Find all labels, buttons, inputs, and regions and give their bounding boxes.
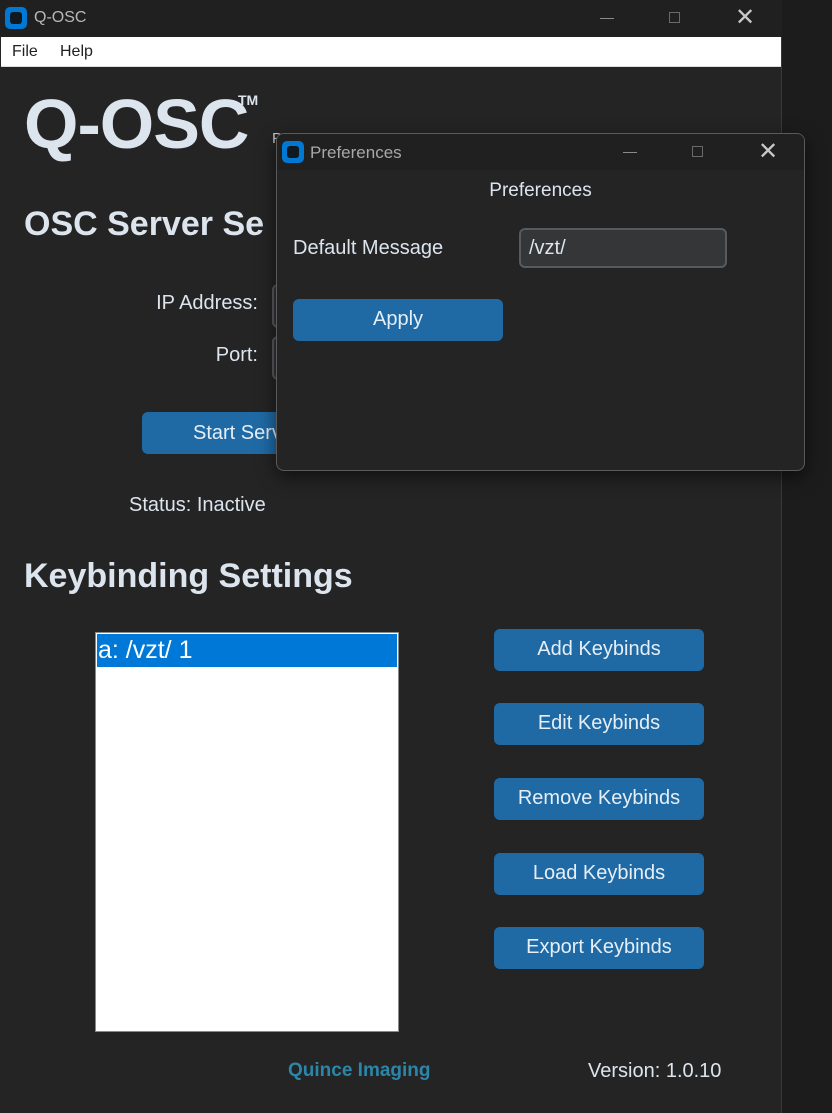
default-message-label: Default Message — [293, 237, 444, 259]
title-bar[interactable]: Q-OSC ✕ — [0, 0, 782, 37]
maximize-icon[interactable] — [652, 0, 698, 37]
start-server-button[interactable]: Start Serv — [142, 412, 278, 454]
list-item[interactable]: a: /vzt/ 1 — [97, 634, 397, 667]
app-icon — [5, 7, 27, 29]
export-keybinds-button[interactable]: Export Keybinds — [494, 927, 704, 969]
close-icon[interactable]: ✕ — [745, 134, 791, 171]
version-label: Version: 1.0.10 — [588, 1060, 722, 1082]
maximize-icon[interactable] — [675, 134, 721, 171]
server-status: Status: Inactive — [129, 494, 266, 516]
remove-keybinds-button[interactable]: Remove Keybinds — [494, 778, 704, 820]
port-label: Port: — [215, 344, 258, 366]
keybinding-heading: Keybinding Settings — [24, 557, 353, 595]
minimize-icon[interactable] — [584, 0, 630, 37]
ip-address-label: IP Address: — [156, 292, 258, 314]
menu-bar: File Help — [1, 37, 781, 67]
app-icon — [282, 141, 304, 163]
apply-button[interactable]: Apply — [293, 299, 503, 341]
add-keybinds-button[interactable]: Add Keybinds — [494, 629, 704, 671]
close-icon[interactable]: ✕ — [722, 0, 768, 37]
company-link[interactable]: Quince Imaging — [288, 1060, 431, 1082]
edit-keybinds-button[interactable]: Edit Keybinds — [494, 703, 704, 745]
window-title: Q-OSC — [34, 9, 87, 26]
osc-server-heading: OSC Server Se — [24, 205, 265, 243]
dialog-title-bar[interactable]: Preferences ✕ — [277, 134, 804, 170]
minimize-icon[interactable] — [607, 134, 653, 171]
dialog-window-title: Preferences — [310, 143, 402, 162]
menu-file[interactable]: File — [12, 43, 38, 61]
dialog-heading: Preferences — [489, 180, 592, 201]
preferences-dialog: Preferences ✕ Preferences Default Messag… — [276, 133, 805, 471]
app-title: Q-OSC — [24, 85, 249, 163]
keybind-list[interactable]: a: /vzt/ 1 — [95, 632, 399, 1032]
default-message-input[interactable] — [519, 228, 727, 268]
menu-help[interactable]: Help — [60, 43, 93, 61]
load-keybinds-button[interactable]: Load Keybinds — [494, 853, 704, 895]
trademark-symbol: TM — [238, 92, 259, 108]
